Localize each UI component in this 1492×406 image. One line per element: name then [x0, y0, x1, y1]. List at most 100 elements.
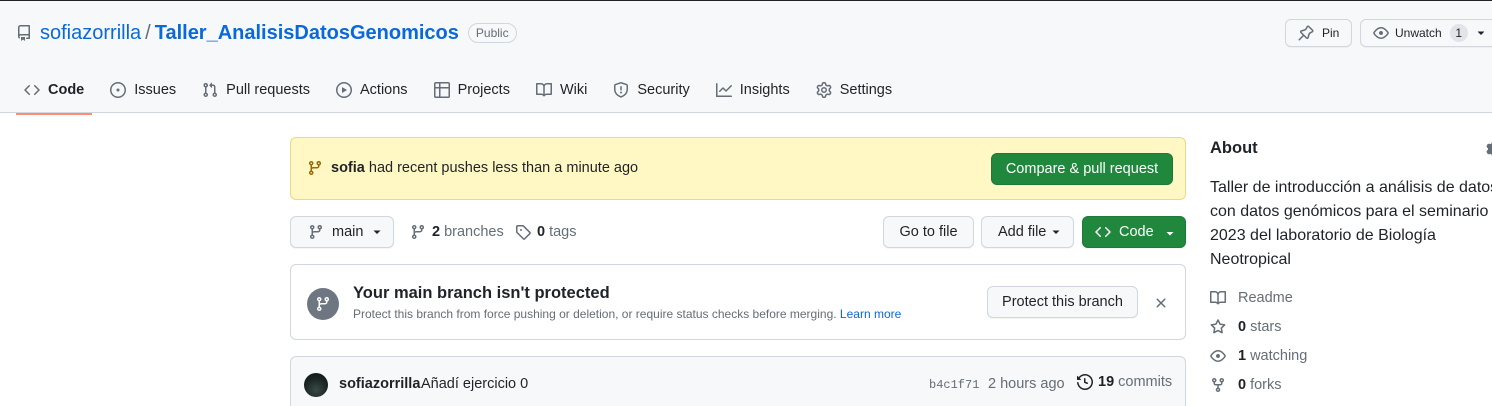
triangle-down-icon[interactable]: [1476, 28, 1486, 38]
commit-message-link[interactable]: Añadí ejercicio 0: [421, 376, 528, 392]
pin-label: Pin: [1322, 26, 1340, 40]
tab-issues[interactable]: Issues: [102, 66, 184, 114]
tab-settings[interactable]: Settings: [808, 66, 900, 114]
triangle-down-icon: [1051, 227, 1061, 237]
readme-label: Readme: [1238, 290, 1293, 306]
branch-name: main: [332, 224, 364, 240]
commits-history-link[interactable]: 19 commits: [1077, 374, 1172, 390]
go-to-file-button[interactable]: Go to file: [883, 216, 974, 248]
repo-name-link[interactable]: Taller_AnalisisDatosGenomicos: [155, 22, 459, 45]
git-branch-icon: [308, 224, 324, 240]
tab-issues-label: Issues: [134, 82, 177, 98]
add-file-label: Add file: [998, 224, 1047, 240]
branch-protection-notice: Your main branch isn't protected Protect…: [290, 264, 1186, 340]
issue-opened-icon: [110, 82, 127, 98]
graph-icon: [715, 82, 732, 98]
play-icon: [336, 82, 352, 98]
tab-pull-requests[interactable]: Pull requests: [194, 66, 318, 114]
code-dropdown-button[interactable]: Code: [1082, 216, 1186, 248]
pin-button[interactable]: Pin: [1285, 19, 1352, 47]
stars-link[interactable]: 0 stars: [1210, 319, 1282, 335]
tab-wiki-label: Wiki: [559, 82, 588, 98]
tab-insights[interactable]: Insights: [708, 66, 798, 114]
book-icon: [1210, 290, 1226, 306]
forks-link[interactable]: 0 forks: [1210, 377, 1282, 393]
add-file-button[interactable]: Add file: [981, 216, 1074, 248]
git-pull-request-icon: [202, 82, 218, 98]
watch-counter: 1: [1449, 24, 1468, 42]
compare-pull-request-button[interactable]: Compare & pull request: [991, 153, 1173, 185]
watching-label: watching: [1250, 348, 1308, 364]
tags-count: 0: [537, 224, 546, 240]
stars-label: stars: [1250, 319, 1282, 335]
branches-count: 2: [432, 224, 441, 240]
path-separator: /: [145, 21, 151, 44]
repo-forked-icon: [1210, 377, 1226, 393]
commit-author-link[interactable]: sofiazorrilla: [339, 376, 420, 392]
tags-link[interactable]: 0 tags: [515, 216, 577, 248]
table-icon: [433, 82, 450, 98]
readme-link[interactable]: Readme: [1210, 290, 1293, 306]
close-icon[interactable]: [1153, 295, 1169, 311]
branch-selector[interactable]: main: [290, 216, 394, 248]
git-branch-icon: [307, 288, 339, 320]
stars-count: 0: [1238, 319, 1247, 335]
protection-title: Your main branch isn't protected: [353, 284, 610, 302]
tab-actions[interactable]: Actions: [328, 66, 416, 114]
tab-wiki[interactable]: Wiki: [528, 66, 595, 114]
tab-code[interactable]: Code: [16, 66, 93, 115]
tags-label: tags: [549, 224, 577, 240]
about-heading: About: [1210, 139, 1258, 157]
tab-security[interactable]: Security: [605, 66, 697, 114]
watching-count: 1: [1238, 348, 1247, 364]
recent-push-text: sofia had recent pushes less than a minu…: [331, 160, 638, 176]
repo-icon: [16, 25, 32, 41]
tab-actions-label: Actions: [360, 82, 408, 98]
protection-description-text: Protect this branch from force pushing o…: [353, 307, 837, 321]
code-button-label: Code: [1119, 224, 1154, 240]
code-icon: [1095, 224, 1111, 240]
history-icon: [1077, 374, 1093, 390]
forks-label: forks: [1250, 377, 1282, 393]
repo-title: sofiazorrilla / Taller_AnalisisDatosGeno…: [16, 19, 517, 47]
unwatch-label: Unwatch: [1395, 26, 1442, 40]
recent-push-user: sofia: [331, 160, 365, 176]
visibility-badge: Public: [467, 23, 517, 43]
star-icon: [1210, 319, 1226, 335]
gear-icon: [816, 82, 832, 98]
triangle-down-icon: [372, 227, 382, 237]
protect-branch-button[interactable]: Protect this branch: [987, 286, 1138, 318]
unwatch-button[interactable]: Unwatch 1: [1360, 19, 1492, 47]
tab-projects-label: Projects: [457, 82, 510, 98]
code-icon: [24, 82, 40, 98]
watchers-link[interactable]: 1 watching: [1210, 348, 1307, 364]
gear-icon[interactable]: [1486, 141, 1492, 157]
git-branch-icon: [410, 224, 426, 240]
commits-count: 19: [1098, 374, 1115, 390]
tab-code-label: Code: [48, 82, 85, 98]
book-icon: [535, 82, 552, 98]
commit-sha-link[interactable]: b4c1f71: [929, 378, 979, 392]
eye-icon: [1373, 25, 1389, 41]
tab-pull-requests-label: Pull requests: [226, 82, 310, 98]
latest-commit-bar: sofiazorrilla Añadí ejercicio 0 b4c1f71 …: [290, 356, 1186, 406]
avatar[interactable]: [304, 373, 328, 397]
forks-count: 0: [1238, 377, 1247, 393]
repo-owner-link[interactable]: sofiazorrilla: [40, 22, 141, 45]
tab-projects[interactable]: Projects: [426, 66, 518, 114]
commit-time: 2 hours ago: [988, 376, 1065, 392]
eye-icon: [1210, 348, 1226, 364]
commits-label: commits: [1118, 374, 1173, 390]
recent-push-message: had recent pushes less than a minute ago: [368, 160, 639, 176]
triangle-down-icon: [1165, 230, 1175, 240]
branches-link[interactable]: 2 branches: [410, 216, 504, 248]
learn-more-link[interactable]: Learn more: [840, 307, 901, 321]
repo-nav: Code Issues Pull requests Actions Projec…: [16, 66, 910, 115]
pin-icon: [1298, 25, 1314, 41]
protection-description: Protect this branch from force pushing o…: [353, 307, 901, 321]
shield-icon: [613, 82, 629, 98]
tab-security-label: Security: [637, 82, 690, 98]
git-branch-icon: [307, 160, 323, 176]
tag-icon: [515, 224, 531, 240]
about-description: Taller de introducción a análisis de dat…: [1210, 179, 1492, 268]
